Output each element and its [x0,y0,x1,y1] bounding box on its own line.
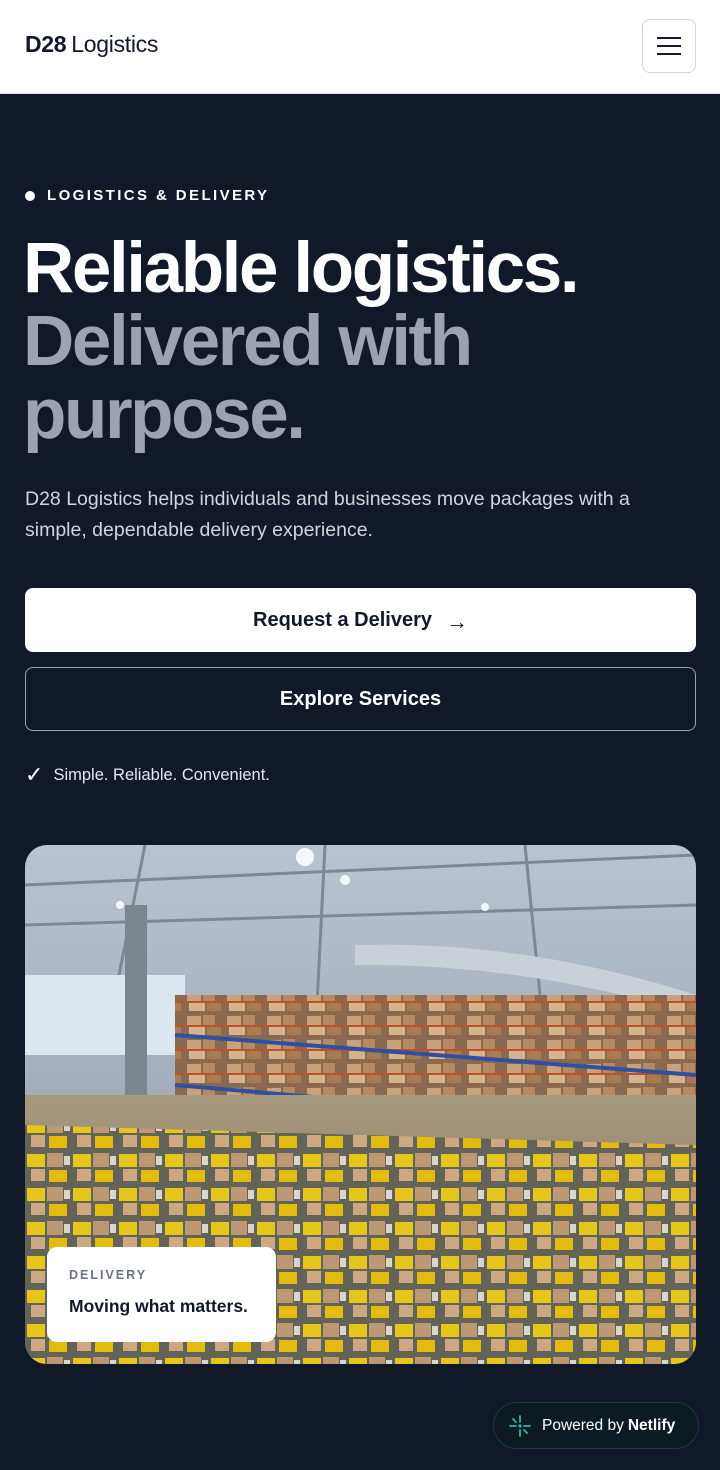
logo-strong-text: D28 [25,31,67,57]
menu-button[interactable] [642,19,696,73]
bullet-dot-icon [25,190,35,201]
overlay-title: Moving what matters. [69,1296,248,1316]
hero-section: LOGISTICS & DELIVERY Reliable logistics.… [0,94,720,1470]
netlify-icon [509,1414,531,1437]
explore-services-label: Explore Services [279,687,442,710]
hamburger-menu-icon [657,37,681,55]
badge-text: Powered by Netlify [542,1417,675,1435]
site-header: D28 Logistics [0,0,720,94]
hero-tagline: ✓ Simple. Reliable. Convenient. [25,762,270,788]
badge-prefix: Powered by [542,1416,624,1434]
tagline-text: Simple. Reliable. Convenient. [53,765,270,784]
site-logo[interactable]: D28 Logistics [25,31,158,58]
badge-brand: Netlify [627,1416,676,1434]
headline-line-muted: Delivered with purpose. [23,302,473,454]
overlay-eyebrow: DELIVERY [69,1268,148,1282]
hero-image-card: DELIVERY Moving what matters. [25,845,696,1364]
logo-light-text: Logistics [71,31,159,57]
powered-by-netlify-badge[interactable]: Powered by Netlify [493,1402,699,1449]
hero-description: D28 Logistics helps individuals and busi… [25,488,630,541]
explore-services-button[interactable]: Explore Services [25,667,696,731]
request-delivery-label: Request a Delivery [253,608,432,631]
headline-line-primary: Reliable logistics. [23,229,580,308]
arrow-right-icon: → [445,609,468,634]
check-icon: ✓ [25,762,44,787]
hero-headline: Reliable logistics. Delivered with purpo… [23,232,703,451]
image-overlay-card: DELIVERY Moving what matters. [47,1247,276,1342]
eyebrow-text: LOGISTICS & DELIVERY [47,187,270,204]
request-delivery-button[interactable]: Request a Delivery → [25,588,696,652]
hero-eyebrow: LOGISTICS & DELIVERY [25,187,269,204]
